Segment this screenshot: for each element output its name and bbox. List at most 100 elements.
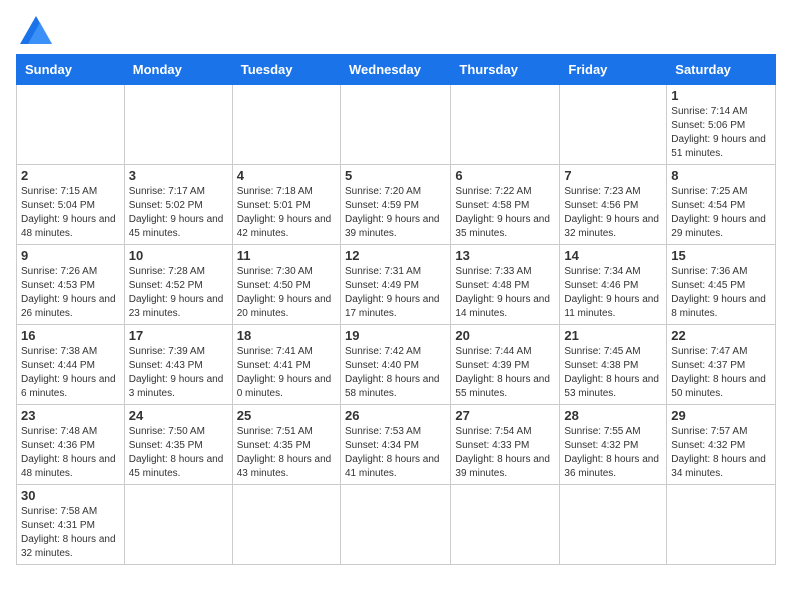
- calendar-week-row: 9Sunrise: 7:26 AM Sunset: 4:53 PM Daylig…: [17, 245, 776, 325]
- calendar-cell: 25 Sunrise: 7:51 AM Sunset: 4:35 PM Dayli…: [232, 405, 340, 485]
- day-info: Sunrise: 7:28 AM Sunset: 4:52 PM Dayligh…: [129, 265, 228, 321]
- day-info: Sunrise: 7:57 AM Sunset: 4:32 PM Dayligh…: [671, 425, 771, 481]
- calendar-cell: [451, 85, 560, 165]
- calendar-cell: [232, 485, 340, 565]
- day-info: Sunrise: 7:50 AM Sunset: 4:35 PM Dayligh…: [129, 425, 228, 481]
- calendar-cell: 14Sunrise: 7:34 AM Sunset: 4:46 PM Dayli…: [560, 245, 667, 325]
- calendar-cell: [340, 485, 450, 565]
- calendar-cell: 5 Sunrise: 7:20 AM Sunset: 4:59 PM Daylig…: [340, 165, 450, 245]
- day-info: Sunrise: 7:15 AM Sunset: 5:04 PM Dayligh…: [21, 185, 120, 241]
- day-info: Sunrise: 7:38 AM Sunset: 4:44 PM Dayligh…: [21, 345, 120, 401]
- calendar-cell: 16 Sunrise: 7:38 AM Sunset: 4:44 PM Dayli…: [17, 325, 125, 405]
- day-number: 30: [21, 488, 120, 503]
- calendar-week-row: 16 Sunrise: 7:38 AM Sunset: 4:44 PM Dayli…: [17, 325, 776, 405]
- day-info: Sunrise: 7:39 AM Sunset: 4:43 PM Dayligh…: [129, 345, 228, 401]
- day-number: 24: [129, 408, 228, 423]
- day-info: Sunrise: 7:20 AM Sunset: 4:59 PM Dayligh…: [345, 185, 446, 241]
- calendar-cell: 29Sunrise: 7:57 AM Sunset: 4:32 PM Dayli…: [667, 405, 776, 485]
- day-number: 15: [671, 248, 771, 263]
- day-info: Sunrise: 7:33 AM Sunset: 4:48 PM Dayligh…: [455, 265, 555, 321]
- day-info: Sunrise: 7:30 AM Sunset: 4:50 PM Dayligh…: [237, 265, 336, 321]
- calendar-cell: 28 Sunrise: 7:55 AM Sunset: 4:32 PM Dayli…: [560, 405, 667, 485]
- calendar-cell: 9Sunrise: 7:26 AM Sunset: 4:53 PM Daylig…: [17, 245, 125, 325]
- day-number: 28: [564, 408, 662, 423]
- day-number: 19: [345, 328, 446, 343]
- day-number: 20: [455, 328, 555, 343]
- calendar-cell: 20 Sunrise: 7:44 AM Sunset: 4:39 PM Dayli…: [451, 325, 560, 405]
- calendar-cell: [124, 485, 232, 565]
- calendar: SundayMondayTuesdayWednesdayThursdayFrid…: [16, 54, 776, 565]
- calendar-cell: 18 Sunrise: 7:41 AM Sunset: 4:41 PM Dayli…: [232, 325, 340, 405]
- calendar-cell: 7 Sunrise: 7:23 AM Sunset: 4:56 PM Daylig…: [560, 165, 667, 245]
- day-info: Sunrise: 7:41 AM Sunset: 4:41 PM Dayligh…: [237, 345, 336, 401]
- day-info: Sunrise: 7:42 AM Sunset: 4:40 PM Dayligh…: [345, 345, 446, 401]
- day-of-week-header: Monday: [124, 55, 232, 85]
- day-of-week-header: Thursday: [451, 55, 560, 85]
- day-info: Sunrise: 7:45 AM Sunset: 4:38 PM Dayligh…: [564, 345, 662, 401]
- calendar-cell: 21 Sunrise: 7:45 AM Sunset: 4:38 PM Dayli…: [560, 325, 667, 405]
- calendar-cell: [560, 85, 667, 165]
- day-info: Sunrise: 7:17 AM Sunset: 5:02 PM Dayligh…: [129, 185, 228, 241]
- logo: [16, 16, 52, 44]
- day-number: 9: [21, 248, 120, 263]
- day-info: Sunrise: 7:48 AM Sunset: 4:36 PM Dayligh…: [21, 425, 120, 481]
- calendar-cell: [560, 485, 667, 565]
- calendar-cell: [667, 485, 776, 565]
- day-info: Sunrise: 7:47 AM Sunset: 4:37 PM Dayligh…: [671, 345, 771, 401]
- day-info: Sunrise: 7:18 AM Sunset: 5:01 PM Dayligh…: [237, 185, 336, 241]
- day-of-week-header: Sunday: [17, 55, 125, 85]
- day-number: 10: [129, 248, 228, 263]
- calendar-cell: 3Sunrise: 7:17 AM Sunset: 5:02 PM Daylig…: [124, 165, 232, 245]
- day-number: 7: [564, 168, 662, 183]
- day-info: Sunrise: 7:51 AM Sunset: 4:35 PM Dayligh…: [237, 425, 336, 481]
- calendar-cell: 17 Sunrise: 7:39 AM Sunset: 4:43 PM Dayli…: [124, 325, 232, 405]
- calendar-week-row: 1Sunrise: 7:14 AM Sunset: 5:06 PM Daylig…: [17, 85, 776, 165]
- calendar-cell: 8 Sunrise: 7:25 AM Sunset: 4:54 PM Daylig…: [667, 165, 776, 245]
- day-number: 17: [129, 328, 228, 343]
- day-number: 14: [564, 248, 662, 263]
- logo-icon: [20, 16, 52, 44]
- calendar-cell: 30Sunrise: 7:58 AM Sunset: 4:31 PM Dayli…: [17, 485, 125, 565]
- calendar-cell: 13 Sunrise: 7:33 AM Sunset: 4:48 PM Dayli…: [451, 245, 560, 325]
- calendar-header-row: SundayMondayTuesdayWednesdayThursdayFrid…: [17, 55, 776, 85]
- day-number: 25: [237, 408, 336, 423]
- calendar-cell: 22Sunrise: 7:47 AM Sunset: 4:37 PM Dayli…: [667, 325, 776, 405]
- calendar-cell: 1Sunrise: 7:14 AM Sunset: 5:06 PM Daylig…: [667, 85, 776, 165]
- day-number: 13: [455, 248, 555, 263]
- day-info: Sunrise: 7:54 AM Sunset: 4:33 PM Dayligh…: [455, 425, 555, 481]
- day-number: 2: [21, 168, 120, 183]
- calendar-cell: [17, 85, 125, 165]
- day-number: 16: [21, 328, 120, 343]
- calendar-cell: 4 Sunrise: 7:18 AM Sunset: 5:01 PM Daylig…: [232, 165, 340, 245]
- day-number: 5: [345, 168, 446, 183]
- page-header: [16, 16, 776, 44]
- day-number: 18: [237, 328, 336, 343]
- day-number: 21: [564, 328, 662, 343]
- day-of-week-header: Tuesday: [232, 55, 340, 85]
- day-number: 6: [455, 168, 555, 183]
- day-info: Sunrise: 7:25 AM Sunset: 4:54 PM Dayligh…: [671, 185, 771, 241]
- day-info: Sunrise: 7:53 AM Sunset: 4:34 PM Dayligh…: [345, 425, 446, 481]
- day-info: Sunrise: 7:55 AM Sunset: 4:32 PM Dayligh…: [564, 425, 662, 481]
- day-info: Sunrise: 7:31 AM Sunset: 4:49 PM Dayligh…: [345, 265, 446, 321]
- calendar-cell: [451, 485, 560, 565]
- day-number: 4: [237, 168, 336, 183]
- calendar-cell: 6Sunrise: 7:22 AM Sunset: 4:58 PM Daylig…: [451, 165, 560, 245]
- calendar-cell: [340, 85, 450, 165]
- calendar-cell: 23 Sunrise: 7:48 AM Sunset: 4:36 PM Dayli…: [17, 405, 125, 485]
- day-number: 26: [345, 408, 446, 423]
- calendar-cell: 24 Sunrise: 7:50 AM Sunset: 4:35 PM Dayli…: [124, 405, 232, 485]
- calendar-week-row: 23 Sunrise: 7:48 AM Sunset: 4:36 PM Dayli…: [17, 405, 776, 485]
- day-of-week-header: Saturday: [667, 55, 776, 85]
- day-number: 8: [671, 168, 771, 183]
- day-number: 27: [455, 408, 555, 423]
- calendar-cell: [124, 85, 232, 165]
- calendar-cell: 10 Sunrise: 7:28 AM Sunset: 4:52 PM Dayli…: [124, 245, 232, 325]
- calendar-cell: 26 Sunrise: 7:53 AM Sunset: 4:34 PM Dayli…: [340, 405, 450, 485]
- day-number: 23: [21, 408, 120, 423]
- day-number: 11: [237, 248, 336, 263]
- calendar-cell: 12Sunrise: 7:31 AM Sunset: 4:49 PM Dayli…: [340, 245, 450, 325]
- day-info: Sunrise: 7:44 AM Sunset: 4:39 PM Dayligh…: [455, 345, 555, 401]
- day-info: Sunrise: 7:14 AM Sunset: 5:06 PM Dayligh…: [671, 105, 771, 161]
- day-info: Sunrise: 7:23 AM Sunset: 4:56 PM Dayligh…: [564, 185, 662, 241]
